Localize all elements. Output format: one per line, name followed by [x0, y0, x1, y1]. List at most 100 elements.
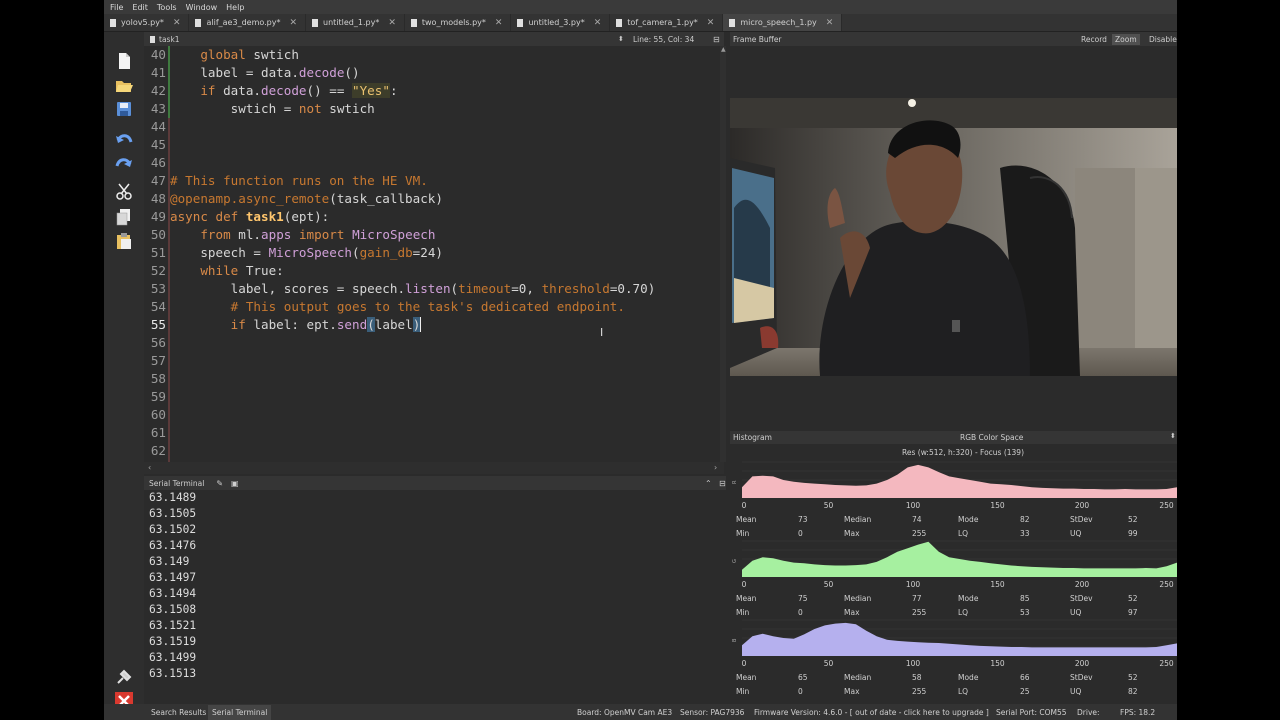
serial-terminal-output[interactable]: 63.1489 63.1505 63.1502 63.1476 63.149 63.149…: [144, 490, 724, 702]
menu-window[interactable]: Window: [186, 3, 218, 12]
updown-icon[interactable]: ⬍: [618, 35, 624, 43]
redo-icon[interactable]: [115, 156, 133, 174]
histogram-tick-label: 250: [1159, 580, 1174, 589]
line-number: 40: [150, 47, 166, 62]
frame-buffer-header: Frame Buffer Record Zoom Disable: [730, 32, 1177, 46]
undo-icon[interactable]: [115, 132, 133, 150]
serial-terminal-title: Serial Terminal: [149, 478, 205, 488]
serial-line: 63.1519: [149, 635, 197, 648]
histogram-tick-label: 150: [990, 580, 1005, 589]
new-file-icon[interactable]: [115, 52, 133, 70]
copy-icon[interactable]: [115, 208, 133, 226]
serial-terminal-tab[interactable]: Serial Terminal: [208, 705, 272, 720]
stat-label: Mode: [958, 673, 979, 682]
close-icon[interactable]: ✕: [826, 18, 834, 28]
menu-bar: File Edit Tools Window Help: [104, 0, 1177, 14]
menu-help[interactable]: Help: [226, 3, 244, 12]
chevron-down-icon[interactable]: ⬍: [1170, 432, 1176, 440]
close-icon[interactable]: ✕: [173, 18, 181, 28]
file-icon: [729, 18, 736, 27]
histogram-tick-label: 100: [906, 501, 921, 510]
editor-horizontal-scrollbar[interactable]: ‹ ›: [144, 462, 724, 474]
line-number: 50: [150, 227, 166, 242]
stat-value-min: 0: [798, 608, 803, 617]
code-line: label, scores = speech.listen(timeout=0,…: [170, 281, 656, 296]
tab-tof-camera-1[interactable]: tof_camera_1.py* ✕: [610, 14, 724, 31]
code-line: # This function runs on the HE VM.: [170, 173, 428, 188]
histogram-tick-label: 200: [1075, 659, 1090, 668]
stat-value-stdev: 52: [1128, 673, 1138, 682]
line-number: 55: [150, 317, 166, 332]
stat-label: Min: [736, 608, 750, 617]
undock-icon[interactable]: ⊟: [719, 479, 726, 488]
tab-yolov5[interactable]: yolov5.py* ✕: [104, 14, 190, 31]
histogram-chart: R0 50 100 150 200 250MeanMin730MedianMax74255…: [732, 461, 1177, 696]
stat-value-uq: 97: [1128, 608, 1138, 617]
stat-value-mode: 66: [1020, 673, 1030, 682]
board-info: Board: OpenMV Cam AE3: [577, 708, 673, 717]
tab-micro-speech-1[interactable]: micro_speech_1.py ✕: [723, 14, 843, 31]
code-line: async def task1(ept):: [170, 209, 330, 224]
cut-icon[interactable]: [115, 182, 133, 200]
stat-value-lq: 25: [1020, 687, 1030, 696]
tab-two-models[interactable]: two_models.py* ✕: [405, 14, 512, 31]
stat-label: Mean: [736, 515, 757, 524]
color-space-select[interactable]: RGB Color Space: [960, 433, 1023, 442]
serial-port-info: Serial Port: COM55: [996, 708, 1067, 717]
stat-value-median: 77: [912, 594, 922, 603]
code-editor[interactable]: 40 41 42 43 44 45 46 47 48 49 50 51 52 53 54 55 56 57 58 59…: [144, 46, 724, 462]
menu-tools[interactable]: Tools: [157, 3, 177, 12]
zoom-button[interactable]: Zoom: [1112, 33, 1140, 45]
clear-icon[interactable]: ✎: [216, 479, 223, 488]
line-number: 45: [150, 137, 166, 152]
line-number: 58: [150, 371, 166, 386]
close-icon[interactable]: ✕: [495, 18, 503, 28]
histogram-tick-label: 50: [824, 659, 834, 668]
line-number: 48: [150, 191, 166, 206]
stat-label: StDev: [1070, 515, 1093, 524]
close-icon[interactable]: ✕: [289, 18, 297, 28]
stat-label: Median: [844, 673, 872, 682]
file-icon: [150, 35, 155, 43]
editor-file-title: task1: [159, 34, 180, 44]
histogram-tick-label: 0: [742, 580, 747, 589]
close-icon[interactable]: ✕: [707, 18, 715, 28]
connect-icon[interactable]: [115, 668, 133, 686]
file-icon: [410, 18, 417, 27]
close-icon[interactable]: ✕: [594, 18, 602, 28]
stat-label: UQ: [1070, 529, 1081, 538]
drive-info: Drive:: [1077, 708, 1100, 717]
firmware-upgrade-link[interactable]: Firmware Version: 4.6.0 - [ out of date …: [754, 708, 989, 717]
tab-untitled-3[interactable]: untitled_3.py* ✕: [511, 14, 611, 31]
record-button[interactable]: Record: [1081, 35, 1107, 44]
histogram-tick-label: 250: [1159, 501, 1174, 510]
histogram-tick-label: 200: [1075, 580, 1090, 589]
serial-line: 63.1499: [149, 651, 197, 664]
search-results-tab[interactable]: Search Results: [151, 708, 206, 717]
file-icon: [312, 18, 319, 27]
stat-label: Max: [844, 608, 860, 617]
paste-icon[interactable]: [115, 232, 133, 250]
save-icon[interactable]: [115, 100, 133, 118]
histogram-tick-label: 100: [906, 580, 921, 589]
save-log-icon[interactable]: ▣: [231, 479, 239, 488]
menu-edit[interactable]: Edit: [132, 3, 148, 12]
stat-value-mean: 73: [798, 515, 808, 524]
close-icon[interactable]: ✕: [388, 18, 396, 28]
tab-alif-ae3-demo[interactable]: alif_ae3_demo.py* ✕: [189, 14, 307, 31]
disable-button[interactable]: Disable: [1149, 35, 1177, 44]
serial-line: 63.1508: [149, 603, 197, 616]
stat-label: Max: [844, 687, 860, 696]
tab-untitled-1[interactable]: untitled_1.py* ✕: [306, 14, 405, 31]
split-icon[interactable]: ⊟: [713, 35, 720, 44]
code-line: global swtich: [200, 47, 299, 62]
editor-vertical-scrollbar[interactable]: ▲: [720, 46, 726, 462]
stat-label: LQ: [958, 608, 968, 617]
code-line: while True:: [200, 263, 284, 278]
code-line: if data.decode() == "Yes":: [200, 83, 398, 98]
menu-file[interactable]: File: [110, 3, 123, 12]
open-folder-icon[interactable]: [115, 76, 133, 94]
line-number: 47: [150, 173, 166, 188]
text-cursor-icon: I: [600, 326, 604, 339]
collapse-icon[interactable]: ⌃: [705, 479, 712, 488]
